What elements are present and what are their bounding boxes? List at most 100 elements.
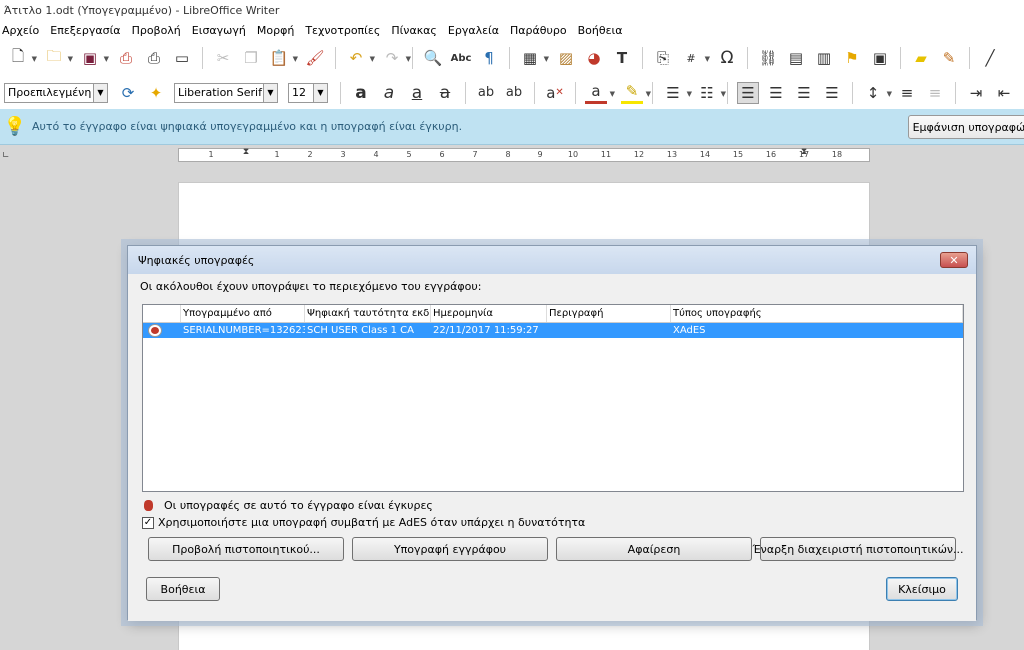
horizontal-ruler[interactable]: ⧗ ⧗ 1 1 2 3 4 5 6 7 8 9 10 11 12 13 14 15 16 17 18 <box>178 147 870 162</box>
new-style-icon[interactable]: ✦ <box>145 82 167 104</box>
align-left-icon[interactable]: ☰ <box>737 81 759 104</box>
page-break-icon[interactable]: ⎘ <box>652 47 674 69</box>
column-header-issuer[interactable]: Ψηφιακή ταυτότητα εκδ... <box>305 305 431 322</box>
column-header-date[interactable]: Ημερομηνία <box>431 305 547 322</box>
column-header-signed-by[interactable]: Υπογραμμένο από <box>181 305 305 322</box>
menu-tools[interactable]: Εργαλεία <box>448 24 504 37</box>
ades-option[interactable]: ✓ Χρησιμοποιήστε μια υπογραφή συμβατή με… <box>142 516 585 529</box>
open-folder-icon[interactable]: 🗀 ▼ <box>43 47 73 69</box>
ades-checkbox[interactable]: ✓ <box>142 516 154 529</box>
strikethrough-icon[interactable]: a <box>434 82 456 104</box>
align-right-icon[interactable]: ☰ <box>793 82 815 104</box>
italic-icon[interactable]: a <box>378 82 400 104</box>
comment-icon[interactable]: ▰ <box>910 47 932 69</box>
subscript-icon[interactable]: ab <box>503 82 525 104</box>
tab-type-icon[interactable]: ∟ <box>2 151 10 161</box>
font-color-icon[interactable]: a ▼ <box>585 82 615 104</box>
spelling-icon[interactable]: Abc <box>450 47 472 69</box>
clear-formatting-icon[interactable]: a ✕ <box>544 82 566 104</box>
menu-insert[interactable]: Εισαγωγή <box>192 24 251 37</box>
decrease-indent-icon[interactable]: ⇤ <box>993 82 1015 104</box>
formatting-marks-icon[interactable]: ¶ <box>478 47 500 69</box>
save-icon[interactable]: ▣ ▼ <box>79 47 109 69</box>
column-header-signature-type[interactable]: Τύπος υπογραφής <box>671 305 963 322</box>
line-icon[interactable]: ╱ <box>979 47 1001 69</box>
font-size-combo[interactable]: 12 ▼ <box>288 82 328 103</box>
ruler-number: 16 <box>765 150 777 159</box>
table-row[interactable]: SERIALNUMBER=132623, SCH USER Class 1 CA… <box>143 323 963 338</box>
menu-table[interactable]: Πίνακας <box>391 24 442 37</box>
insert-chart-icon[interactable]: ◕ <box>583 47 605 69</box>
increase-paragraph-spacing-icon[interactable]: ≡ <box>896 82 918 104</box>
highlight-icon[interactable]: ✎ ▼ <box>621 82 651 104</box>
paragraph-style-combo[interactable]: Προεπιλεγμένη τε ▼ <box>4 82 108 103</box>
chevron-down-icon[interactable]: ▼ <box>313 83 327 102</box>
decrease-paragraph-spacing-icon[interactable]: ≡ <box>924 82 946 104</box>
increase-indent-icon[interactable]: ⇥ <box>965 82 987 104</box>
menu-file[interactable]: Αρχείο <box>2 24 44 37</box>
insert-image-icon[interactable]: ▨ <box>555 47 577 69</box>
footnote-icon[interactable]: ▤ <box>785 47 807 69</box>
align-justify-icon[interactable]: ☰ <box>821 82 843 104</box>
toolbar-separator <box>652 81 653 104</box>
insert-table-icon[interactable]: ▦ ▼ <box>519 47 549 69</box>
print-preview-icon[interactable]: ▭ <box>171 47 193 69</box>
indent-marker-icon[interactable]: ⧗ <box>243 147 249 157</box>
close-icon[interactable]: ✕ <box>940 252 968 268</box>
menu-styles[interactable]: Τεχνοτροπίες <box>305 24 385 37</box>
bold-icon[interactable]: a <box>350 82 372 104</box>
view-certificate-button[interactable]: Προβολή πιστοποιητικού... <box>148 537 344 561</box>
special-character-icon[interactable]: Ω <box>716 47 738 69</box>
bookmark-icon[interactable]: ⚑ <box>841 47 863 69</box>
chevron-down-icon[interactable]: ▼ <box>263 83 277 102</box>
show-signatures-button[interactable]: Εμφάνιση υπογραφών <box>908 115 1024 139</box>
paste-icon[interactable]: 📋 ▼ <box>268 47 298 69</box>
menu-format[interactable]: Μορφή <box>257 24 299 37</box>
font-name-value: Liberation Serif <box>178 86 262 99</box>
superscript-icon[interactable]: ab <box>475 82 497 104</box>
redo-icon[interactable]: ↷ ▼ <box>381 47 411 69</box>
copy-icon[interactable]: ❐ <box>240 47 262 69</box>
find-replace-icon[interactable]: 🔍 <box>422 47 444 69</box>
menu-window[interactable]: Παράθυρο <box>510 24 572 37</box>
new-document-icon[interactable]: 🗋 ▼ <box>7 47 37 69</box>
ades-checkbox-label[interactable]: Χρησιμοποιήστε μια υπογραφή συμβατή με A… <box>158 516 585 529</box>
hyperlink-icon[interactable]: ⛓ <box>757 47 779 69</box>
column-header-description[interactable]: Περιγραφή <box>547 305 671 322</box>
clone-formatting-icon[interactable]: 🖌 <box>304 47 326 69</box>
dialog-titlebar: Ψηφιακές υπογραφές ✕ <box>128 246 976 274</box>
export-pdf-icon[interactable]: ⎙ <box>115 47 137 69</box>
menu-help[interactable]: Βοήθεια <box>578 24 628 37</box>
bullets-icon[interactable]: ☰ ▼ <box>662 82 692 104</box>
undo-icon[interactable]: ↶ ▼ <box>345 47 375 69</box>
signatures-table[interactable]: Υπογραμμένο από Ψηφιακή ταυτότητα εκδ...… <box>142 304 964 492</box>
font-name-combo[interactable]: Liberation Serif ▼ <box>174 82 278 103</box>
numbering-icon[interactable]: ☷ ▼ <box>696 82 726 104</box>
line-spacing-icon[interactable]: ↕ ▼ <box>862 82 892 104</box>
menu-view[interactable]: Προβολή <box>132 24 186 37</box>
help-button[interactable]: Βοήθεια <box>146 577 220 601</box>
endnote-icon[interactable]: ▥ <box>813 47 835 69</box>
cross-reference-icon[interactable]: ▣ <box>869 47 891 69</box>
cut-icon[interactable]: ✂ <box>212 47 234 69</box>
dialog-body: Οι ακόλουθοι έχουν υπογράψει το περιεχόμ… <box>128 274 976 621</box>
sign-document-button[interactable]: Υπογραφή εγγράφου <box>352 537 548 561</box>
table-header: Υπογραμμένο από Ψηφιακή ταυτότητα εκδ...… <box>143 305 963 323</box>
print-icon[interactable]: ⎙ <box>143 47 165 69</box>
align-center-icon[interactable]: ☰ <box>765 82 787 104</box>
close-button[interactable]: Κλείσιμο <box>886 577 958 601</box>
update-style-icon[interactable]: ⟳ <box>117 82 139 104</box>
menu-edit[interactable]: Επεξεργασία <box>50 24 125 37</box>
ruler-number: 3 <box>340 150 346 159</box>
toolbar-separator <box>727 81 728 104</box>
insert-textbox-icon[interactable]: T <box>611 47 633 69</box>
column-header-status[interactable] <box>143 305 181 322</box>
ruler-number: 4 <box>373 150 379 159</box>
chevron-down-icon[interactable]: ▼ <box>93 83 107 102</box>
ruler-number: 14 <box>699 150 711 159</box>
certificate-manager-button[interactable]: Έναρξη διαχειριστή πιστοποιητικών... <box>752 537 964 561</box>
track-changes-icon[interactable]: ✎ <box>938 47 960 69</box>
insert-field-icon[interactable]: # ▼ <box>680 47 710 69</box>
underline-icon[interactable]: a <box>406 82 428 104</box>
remove-button[interactable]: Αφαίρεση <box>556 537 752 561</box>
